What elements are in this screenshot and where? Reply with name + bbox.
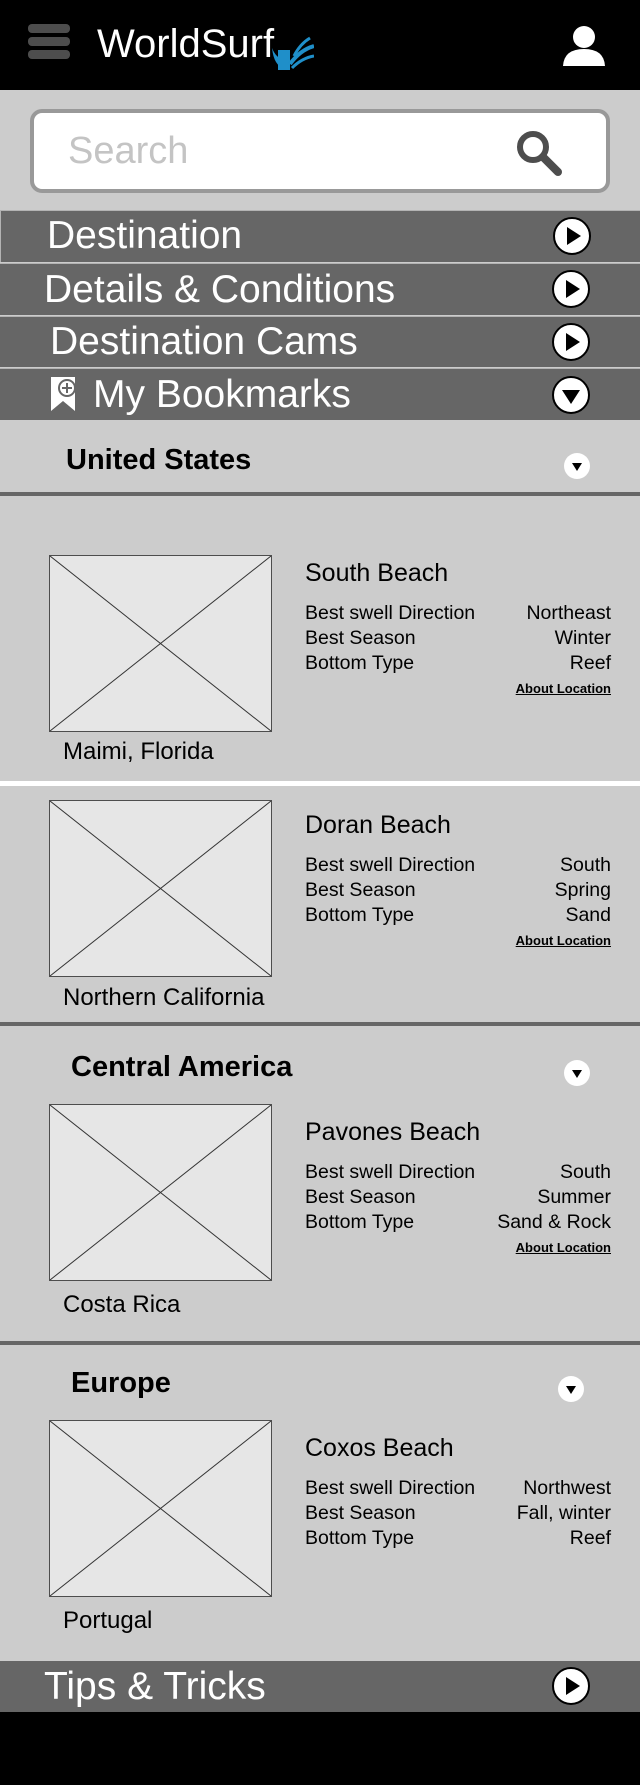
search-bar xyxy=(30,109,610,193)
nav-details-conditions-label: Details & Conditions xyxy=(44,268,396,311)
nav-my-bookmarks[interactable]: My Bookmarks xyxy=(0,368,640,420)
chevron-down-circle-icon xyxy=(552,376,590,414)
nav-tips-tricks[interactable]: Tips & Tricks xyxy=(0,1661,640,1712)
about-location-link[interactable]: About Location xyxy=(516,681,611,697)
field-value: South xyxy=(560,1161,611,1183)
image-placeholder xyxy=(49,555,272,732)
surf-wave-logo-icon xyxy=(272,36,314,70)
nav-destination[interactable]: Destination xyxy=(0,210,640,262)
play-circle-icon xyxy=(553,217,591,255)
info-row-bottom: Bottom Type Reef xyxy=(305,651,611,676)
field-value: Winter xyxy=(554,627,611,649)
beach-name: Doran Beach xyxy=(305,811,451,839)
info-row-season: Best Season Summer xyxy=(305,1185,611,1210)
user-profile-icon[interactable] xyxy=(562,24,606,68)
image-placeholder xyxy=(49,1420,272,1597)
group-title-central-america: Central America xyxy=(71,1051,293,1083)
field-value: Reef xyxy=(569,652,611,674)
section-divider xyxy=(0,1022,640,1026)
field-label: Best swell Direction xyxy=(305,1477,476,1499)
field-label: Bottom Type xyxy=(305,1527,415,1549)
group-title-united-states: United States xyxy=(66,444,252,476)
footer-bar xyxy=(0,1712,640,1785)
field-label: Best Season xyxy=(305,1502,416,1524)
group-toggle-caret-icon[interactable] xyxy=(564,453,590,479)
info-row-swell: Best swell Direction South xyxy=(305,1160,611,1185)
field-label: Bottom Type xyxy=(305,652,415,674)
field-label: Best Season xyxy=(305,627,416,649)
nav-my-bookmarks-label: My Bookmarks xyxy=(93,373,351,416)
image-placeholder xyxy=(49,800,272,977)
bookmark-add-icon xyxy=(51,377,76,411)
info-row-season: Best Season Fall, winter xyxy=(305,1501,611,1526)
location-place: Northern California xyxy=(63,984,265,1011)
location-place: Costa Rica xyxy=(63,1291,181,1318)
info-row-season: Best Season Winter xyxy=(305,626,611,651)
info-row-swell: Best swell Direction South xyxy=(305,853,611,878)
field-value: South xyxy=(560,854,611,876)
field-value: Northwest xyxy=(523,1477,611,1499)
image-placeholder xyxy=(49,1104,272,1281)
section-divider xyxy=(0,492,640,496)
info-row-season: Best Season Spring xyxy=(305,878,611,903)
hamburger-menu-icon[interactable] xyxy=(28,24,70,66)
beach-name: Coxos Beach xyxy=(305,1434,454,1462)
field-label: Bottom Type xyxy=(305,1211,415,1233)
field-value: Fall, winter xyxy=(516,1502,611,1524)
field-label: Best swell Direction xyxy=(305,854,476,876)
group-toggle-caret-icon[interactable] xyxy=(558,1376,584,1402)
play-circle-icon xyxy=(552,1667,590,1705)
info-row-bottom: Bottom Type Reef xyxy=(305,1526,611,1551)
app-header: WorldSurf xyxy=(0,0,640,90)
search-icon[interactable] xyxy=(516,130,562,176)
play-circle-icon xyxy=(552,323,590,361)
field-value: Sand & Rock xyxy=(497,1211,611,1233)
nav-details-conditions[interactable]: Details & Conditions xyxy=(0,263,640,315)
nav-destination-cams-label: Destination Cams xyxy=(50,320,358,363)
field-value: Reef xyxy=(569,1527,611,1549)
location-place: Portugal xyxy=(63,1607,153,1634)
field-value: Summer xyxy=(537,1186,611,1208)
field-value: Spring xyxy=(554,879,611,901)
field-label: Best swell Direction xyxy=(305,602,476,624)
info-row-bottom: Bottom Type Sand & Rock xyxy=(305,1210,611,1235)
field-label: Bottom Type xyxy=(305,904,415,926)
nav-destination-label: Destination xyxy=(47,214,243,257)
info-row-swell: Best swell Direction Northwest xyxy=(305,1476,611,1501)
field-value: Northeast xyxy=(526,602,611,624)
nav-tips-tricks-label: Tips & Tricks xyxy=(44,1665,266,1708)
beach-name: Pavones Beach xyxy=(305,1118,481,1146)
field-value: Sand xyxy=(565,904,611,926)
search-input[interactable] xyxy=(68,127,508,175)
about-location-link[interactable]: About Location xyxy=(516,933,611,949)
group-toggle-caret-icon[interactable] xyxy=(564,1060,590,1086)
field-label: Best Season xyxy=(305,879,416,901)
play-circle-icon xyxy=(552,270,590,308)
info-row-bottom: Bottom Type Sand xyxy=(305,903,611,928)
beach-name: South Beach xyxy=(305,559,449,587)
nav-destination-cams[interactable]: Destination Cams xyxy=(0,316,640,367)
field-label: Best swell Direction xyxy=(305,1161,476,1183)
section-divider xyxy=(0,1341,640,1345)
group-title-europe: Europe xyxy=(71,1367,171,1399)
about-location-link[interactable]: About Location xyxy=(516,1240,611,1256)
location-place: Maimi, Florida xyxy=(63,738,214,765)
card-divider xyxy=(0,781,640,786)
app-title: WorldSurf xyxy=(97,22,275,66)
info-row-swell: Best swell Direction Northeast xyxy=(305,601,611,626)
field-label: Best Season xyxy=(305,1186,416,1208)
